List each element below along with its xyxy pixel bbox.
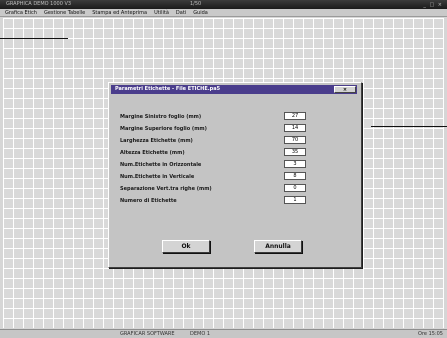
label-height-input[interactable]: 35 <box>284 148 306 156</box>
field-row: Separazione Vert.tra righe (mm) 0 <box>120 184 320 196</box>
field-label: Num.Etichette in Verticale <box>120 174 195 180</box>
dialog-title: Parametri Etichette - File ETICHE.pa5 <box>115 86 221 92</box>
title-bar: GRAPHICA DEMO 1000 V3 1/50 _ □ × <box>0 0 447 9</box>
label-parameters-dialog: Parametri Etichette - File ETICHE.pa5 × … <box>108 82 362 268</box>
status-right: Ore 15:05 <box>418 331 443 337</box>
menu-item-utilita[interactable]: Utilità <box>154 9 169 16</box>
field-row: Num.Etichette in Orizzontale 3 <box>120 160 320 172</box>
field-label: Numero di Etichette <box>120 198 177 204</box>
field-label: Margine Superiore foglio (mm) <box>120 126 207 132</box>
labels-vertical-input[interactable]: 8 <box>284 172 306 180</box>
row-spacing-input[interactable]: 0 <box>284 184 306 192</box>
status-left: GRAFICAR SOFTWARE <box>120 331 175 337</box>
labels-horizontal-input[interactable]: 3 <box>284 160 306 168</box>
field-label: Margine Sinistro foglio (mm) <box>120 114 202 120</box>
status-bar: GRAFICAR SOFTWARE DEMO 1 Ore 15:05 <box>0 329 447 338</box>
document-title: 1/50 <box>190 1 202 7</box>
field-row: Margine Sinistro foglio (mm) 27 <box>120 112 320 124</box>
field-label: Separazione Vert.tra righe (mm) <box>120 186 212 192</box>
field-row: Larghezza Etichette (mm) 70 <box>120 136 320 148</box>
field-label: Num.Etichette in Orizzontale <box>120 162 202 168</box>
menu-item-stampa[interactable]: Stampa ed Anteprima <box>92 9 147 16</box>
menu-item-grafica[interactable]: Grafica Etich <box>5 9 37 16</box>
label-count-input[interactable]: 1 <box>284 196 306 204</box>
field-row: Margine Superiore foglio (mm) 14 <box>120 124 320 136</box>
field-label: Altezza Etichette (mm) <box>120 150 185 156</box>
field-row: Altezza Etichette (mm) 35 <box>120 148 320 160</box>
field-row: Num.Etichette in Verticale 8 <box>120 172 320 184</box>
margin-left-input[interactable]: 27 <box>284 112 306 120</box>
menu-item-dati[interactable]: Dati <box>176 9 186 16</box>
close-icon[interactable]: × <box>334 86 356 93</box>
annotation-leader-line <box>371 126 447 127</box>
menu-bar: Grafica Etich Gestione Tabelle Stampa ed… <box>0 9 447 17</box>
menu-item-guida[interactable]: Guida <box>193 9 208 16</box>
label-width-input[interactable]: 70 <box>284 136 306 144</box>
dialog-title-bar: Parametri Etichette - File ETICHE.pa5 × <box>111 85 357 94</box>
field-label: Larghezza Etichette (mm) <box>120 138 193 144</box>
annotation-leader-line <box>0 38 68 39</box>
status-mid: DEMO 1 <box>190 331 211 337</box>
menu-item-tabelle[interactable]: Gestione Tabelle <box>44 9 85 16</box>
app-title: GRAPHICA DEMO 1000 V3 <box>6 1 72 7</box>
window-controls[interactable]: _ □ × <box>423 1 443 9</box>
cancel-button[interactable]: Annulla <box>254 240 302 253</box>
desktop-screen: GRAPHICA DEMO 1000 V3 1/50 _ □ × Grafica… <box>0 0 447 338</box>
ok-button[interactable]: Ok <box>162 240 210 253</box>
field-row: Numero di Etichette 1 <box>120 196 320 208</box>
fields-list: Margine Sinistro foglio (mm) 27 Margine … <box>120 112 320 208</box>
margin-top-input[interactable]: 14 <box>284 124 306 132</box>
